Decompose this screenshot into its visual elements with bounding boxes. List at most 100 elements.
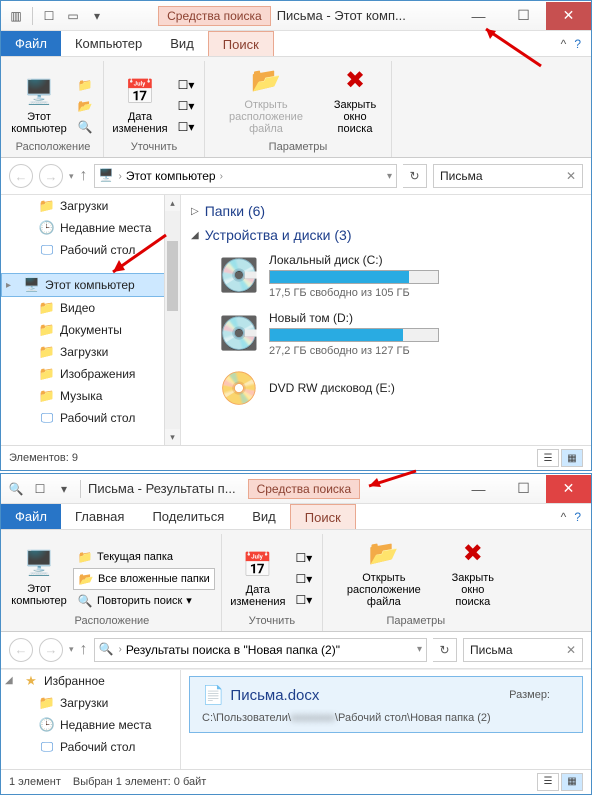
clear-search-icon[interactable]: ✕ [566,169,576,183]
tree-downloads-2[interactable]: 📁Загрузки [1,341,180,363]
close-button[interactable]: ✕ [546,2,591,30]
open-file-location-button[interactable]: 📂 Открыть расположение файла [211,63,321,137]
back-button[interactable]: ← [9,164,33,188]
location-opt-2[interactable]: 📂 [73,96,97,116]
tree-video[interactable]: 📁Видео [1,297,180,319]
refine-opt-2[interactable]: ☐▾ [292,569,316,589]
maximize-button[interactable]: ☐ [501,2,546,30]
history-dropdown[interactable]: ▾ [69,644,74,655]
search-icon[interactable]: 🔍 [5,478,27,500]
tree-this-pc[interactable]: ▸🖥️Этот компьютер [1,273,180,297]
qat-properties-icon[interactable]: ☐ [38,5,60,27]
location-opt-1[interactable]: 📁 [73,75,97,95]
tab-view[interactable]: Вид [238,504,290,529]
view-details-button[interactable]: ☰ [537,773,559,791]
up-button[interactable]: ↑ [80,167,88,185]
minimize-button[interactable]: — [456,2,501,30]
clear-search-icon[interactable]: ✕ [566,643,576,657]
tree-desktop-2[interactable]: 🖵Рабочий стол [1,407,180,429]
tab-view[interactable]: Вид [156,31,208,56]
refine-opt-3[interactable]: ☐▾ [174,117,198,137]
close-button[interactable]: ✕ [546,475,591,503]
address-dropdown-icon[interactable]: ▾ [387,171,392,182]
search-again-button[interactable]: 🔍Повторить поиск ▾ [73,591,215,611]
drives-group-header[interactable]: ◢Устройства и диски (3) [191,223,581,247]
scroll-down-icon[interactable]: ▾ [165,429,180,445]
refine-opt-1[interactable]: ☐▾ [292,548,316,568]
nav-scrollbar[interactable]: ▴ ▾ [164,195,180,445]
breadcrumb-text[interactable]: Результаты поиска в "Новая папка (2)" [126,643,340,657]
expand-icon[interactable]: ▸ [6,280,11,291]
tree-desktop[interactable]: 🖵Рабочий стол [1,736,180,758]
body: ◢★Избранное 📁Загрузки 🕒Недавние места 🖵Р… [1,669,591,769]
tree-pictures[interactable]: 📁Изображения [1,363,180,385]
tab-home[interactable]: Главная [61,504,138,529]
scroll-thumb[interactable] [167,241,178,311]
tab-file[interactable]: Файл [1,31,61,56]
address-bar[interactable]: 🖥️ › Этот компьютер › ▾ [94,164,397,188]
refine-opt-1[interactable]: ☐▾ [174,75,198,95]
drive-e[interactable]: 📀 DVD RW дисковод (E:) [191,363,581,415]
help-icon[interactable]: ? [574,510,581,524]
tab-search[interactable]: Поиск [290,504,356,529]
date-modified-button[interactable]: 📅 Дата изменения [110,75,170,137]
this-computer-button[interactable]: 🖥️ Этот компьютер [9,547,69,609]
forward-button[interactable]: → [39,164,63,188]
collapse-icon[interactable]: ▷ [191,206,199,217]
folder-open-icon: 📂 [250,65,282,97]
drive-d[interactable]: 💽 Новый том (D:) 27,2 ГБ свободно из 127… [191,305,581,363]
back-button[interactable]: ← [9,638,33,662]
expand-icon[interactable]: ◢ [5,675,13,686]
tab-file[interactable]: Файл [1,504,61,529]
qat-dropdown-icon[interactable]: ▾ [53,478,75,500]
close-search-button[interactable]: ✖ Закрыть окно поиска [443,536,503,610]
view-details-button[interactable]: ☰ [537,449,559,467]
maximize-button[interactable]: ☐ [501,475,546,503]
expand-icon[interactable]: ◢ [191,230,199,241]
tree-favorites[interactable]: ◢★Избранное [1,670,180,692]
tab-search[interactable]: Поиск [208,31,274,56]
address-dropdown-icon[interactable]: ▾ [417,644,422,655]
up-button[interactable]: ↑ [80,641,88,659]
tree-downloads[interactable]: 📁Загрузки [1,692,180,714]
qat-btn[interactable]: ☐ [29,478,51,500]
drive-c[interactable]: 💽 Локальный диск (C:) 17,5 ГБ свободно и… [191,247,581,305]
refine-opt-2[interactable]: ☐▾ [174,96,198,116]
date-modified-button[interactable]: 📅 Дата изменения [228,548,288,610]
current-folder-button[interactable]: 📁Текущая папка [73,547,215,567]
open-file-location-button[interactable]: 📂 Открыть расположение файла [329,536,439,610]
history-dropdown[interactable]: ▾ [69,171,74,182]
ribbon-collapse-icon[interactable]: ^ [561,510,567,524]
system-menu-icon[interactable]: ▥ [5,5,27,27]
refine-opt-3[interactable]: ☐▾ [292,590,316,610]
all-subfolders-button[interactable]: 📂Все вложенные папки [73,568,215,590]
tree-desktop[interactable]: 🖵Рабочий стол [1,239,180,261]
tree-recent[interactable]: 🕒Недавние места [1,217,180,239]
this-computer-button[interactable]: 🖥️ Этот компьютер [9,75,69,137]
tree-music[interactable]: 📁Музыка [1,385,180,407]
minimize-button[interactable]: — [456,475,501,503]
tree-downloads[interactable]: 📁Загрузки [1,195,180,217]
folders-group-header[interactable]: ▷Папки (6) [191,199,581,223]
address-bar[interactable]: 🔍 › Результаты поиска в "Новая папка (2)… [94,638,427,662]
refresh-button[interactable]: ↻ [403,164,427,188]
view-tiles-button[interactable]: ▦ [561,773,583,791]
qat-dropdown-icon[interactable]: ▾ [86,5,108,27]
search-input[interactable]: Письма ✕ [463,638,583,662]
view-tiles-button[interactable]: ▦ [561,449,583,467]
tab-share[interactable]: Поделиться [138,504,238,529]
refresh-button[interactable]: ↻ [433,638,457,662]
location-opt-3[interactable]: 🔍 [73,117,97,137]
ribbon-collapse-icon[interactable]: ^ [561,37,567,51]
tree-recent[interactable]: 🕒Недавние места [1,714,180,736]
forward-button[interactable]: → [39,638,63,662]
search-input[interactable]: Письма ✕ [433,164,583,188]
tab-computer[interactable]: Компьютер [61,31,156,56]
tree-documents[interactable]: 📁Документы [1,319,180,341]
help-icon[interactable]: ? [574,37,581,51]
search-result-item[interactable]: 📄 Письма.docx Размер: С:\Пользователи\xx… [189,676,583,733]
qat-newfolder-icon[interactable]: ▭ [62,5,84,27]
close-search-button[interactable]: ✖ Закрыть окно поиска [325,63,385,137]
breadcrumb-root[interactable]: Этот компьютер [126,169,216,183]
scroll-up-icon[interactable]: ▴ [165,195,180,211]
